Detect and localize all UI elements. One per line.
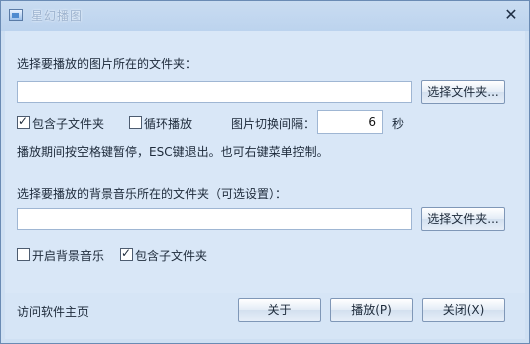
interval-unit: 秒: [392, 117, 405, 131]
dialog-body: 选择要播放的图片所在的文件夹： 选择文件夹... 包含子文件夹 循环播放 图片切…: [5, 31, 525, 339]
music-include-subfolders-checkbox[interactable]: [120, 246, 133, 261]
play-button[interactable]: 播放(P): [330, 298, 413, 322]
app-icon: [9, 9, 23, 21]
content-panel: 选择要播放的图片所在的文件夹： 选择文件夹... 包含子文件夹 循环播放 图片切…: [5, 31, 525, 293]
interval-label: 图片切换间隔：: [231, 117, 316, 131]
window-title: 星幻播图: [31, 9, 84, 23]
enable-music-label: 开启背景音乐: [32, 249, 105, 263]
close-button[interactable]: 关闭(X): [422, 298, 505, 322]
music-folder-path-input[interactable]: [17, 208, 412, 230]
music-folder-browse-button[interactable]: 选择文件夹...: [421, 207, 505, 231]
image-folder-browse-button[interactable]: 选择文件夹...: [421, 80, 505, 104]
include-subfolders-label: 包含子文件夹: [32, 117, 105, 131]
image-folder-path-input[interactable]: [17, 81, 412, 103]
image-folder-label: 选择要播放的图片所在的文件夹：: [17, 57, 198, 71]
about-button[interactable]: 关于: [238, 298, 321, 322]
homepage-link[interactable]: 访问软件主页: [17, 303, 89, 320]
close-icon[interactable]: ✕: [501, 5, 521, 25]
loop-label: 循环播放: [144, 117, 193, 131]
include-subfolders-checkbox[interactable]: [17, 114, 30, 129]
main-window: 星幻播图 ✕ 选择要播放的图片所在的文件夹： 选择文件夹... 包含子文件夹 循…: [0, 0, 530, 344]
loop-checkbox[interactable]: [129, 116, 142, 129]
interval-input[interactable]: 6: [317, 110, 383, 134]
enable-music-checkbox[interactable]: [17, 248, 30, 261]
music-include-subfolders-label: 包含子文件夹: [135, 249, 208, 263]
title-bar[interactable]: 星幻播图 ✕: [1, 1, 529, 31]
music-folder-label: 选择要播放的背景音乐所在的文件夹（可选设置）：: [17, 187, 288, 201]
hint-text: 播放期间按空格键暂停，ESC键退出。也可右键菜单控制。: [17, 145, 329, 159]
